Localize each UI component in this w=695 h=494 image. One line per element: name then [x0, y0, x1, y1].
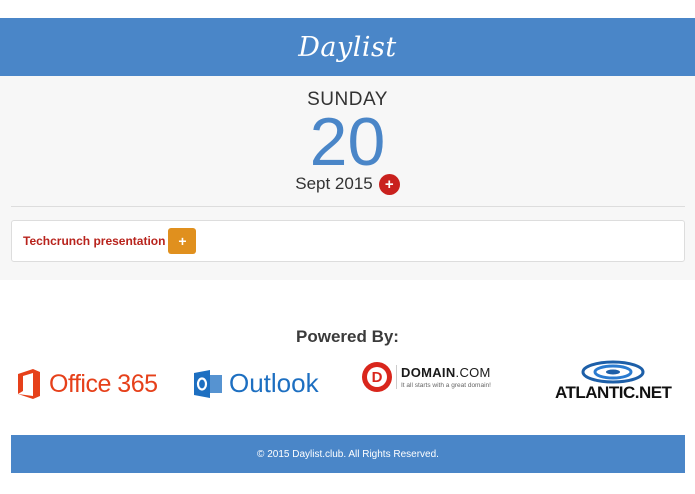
office-icon — [18, 369, 40, 399]
atlantic-swirl-icon — [581, 360, 645, 384]
domain-words: DOMAIN.COM It all starts with a great do… — [396, 365, 491, 389]
divider — [11, 206, 685, 207]
powered-by-heading: Powered By: — [296, 327, 399, 346]
month-year: Sept 2015 — [295, 173, 373, 193]
outlook-label: Outlook — [229, 368, 319, 398]
domain-com-logo: D DOMAIN.COM It all starts with a great … — [361, 361, 491, 393]
copyright-text: © 2015 Daylist.club. All Rights Reserved… — [257, 448, 439, 460]
task-add-button[interactable]: + — [168, 228, 197, 254]
task-item: Techcrunch presentation + — [11, 220, 685, 262]
outlook-icon — [194, 369, 222, 398]
office365-logo: Office 365 — [16, 368, 158, 400]
outlook-logo: Outlook — [193, 368, 319, 399]
domain-name: DOMAIN.COM — [401, 365, 491, 380]
app-header: Daylist — [0, 18, 695, 76]
date-panel: SUNDAY 20 Sept 2015 + Techcrunch present… — [0, 76, 695, 280]
sponsor-logos: Office 365 Outlook D DOMAIN.COM It all s… — [0, 356, 695, 416]
svg-text:D: D — [372, 369, 383, 386]
office365-label: Office 365 — [49, 369, 158, 398]
add-task-button[interactable]: + — [378, 174, 400, 195]
domain-name-suffix: .COM — [455, 365, 491, 380]
page-footer: © 2015 Daylist.club. All Rights Reserved… — [11, 435, 685, 473]
domain-name-main: DOMAIN — [401, 365, 456, 380]
domain-tagline: It all starts with a great domain! — [401, 382, 491, 389]
month-row: Sept 2015 + — [0, 172, 695, 195]
brand-logo[interactable]: Daylist — [298, 32, 396, 63]
atlantic-net-label: ATLANTIC.NET — [555, 383, 672, 402]
domain-icon: D — [362, 362, 392, 392]
atlantic-net-logo: ATLANTIC.NET — [555, 360, 672, 403]
day-number: 20 — [309, 104, 386, 180]
task-title[interactable]: Techcrunch presentation — [23, 234, 165, 248]
